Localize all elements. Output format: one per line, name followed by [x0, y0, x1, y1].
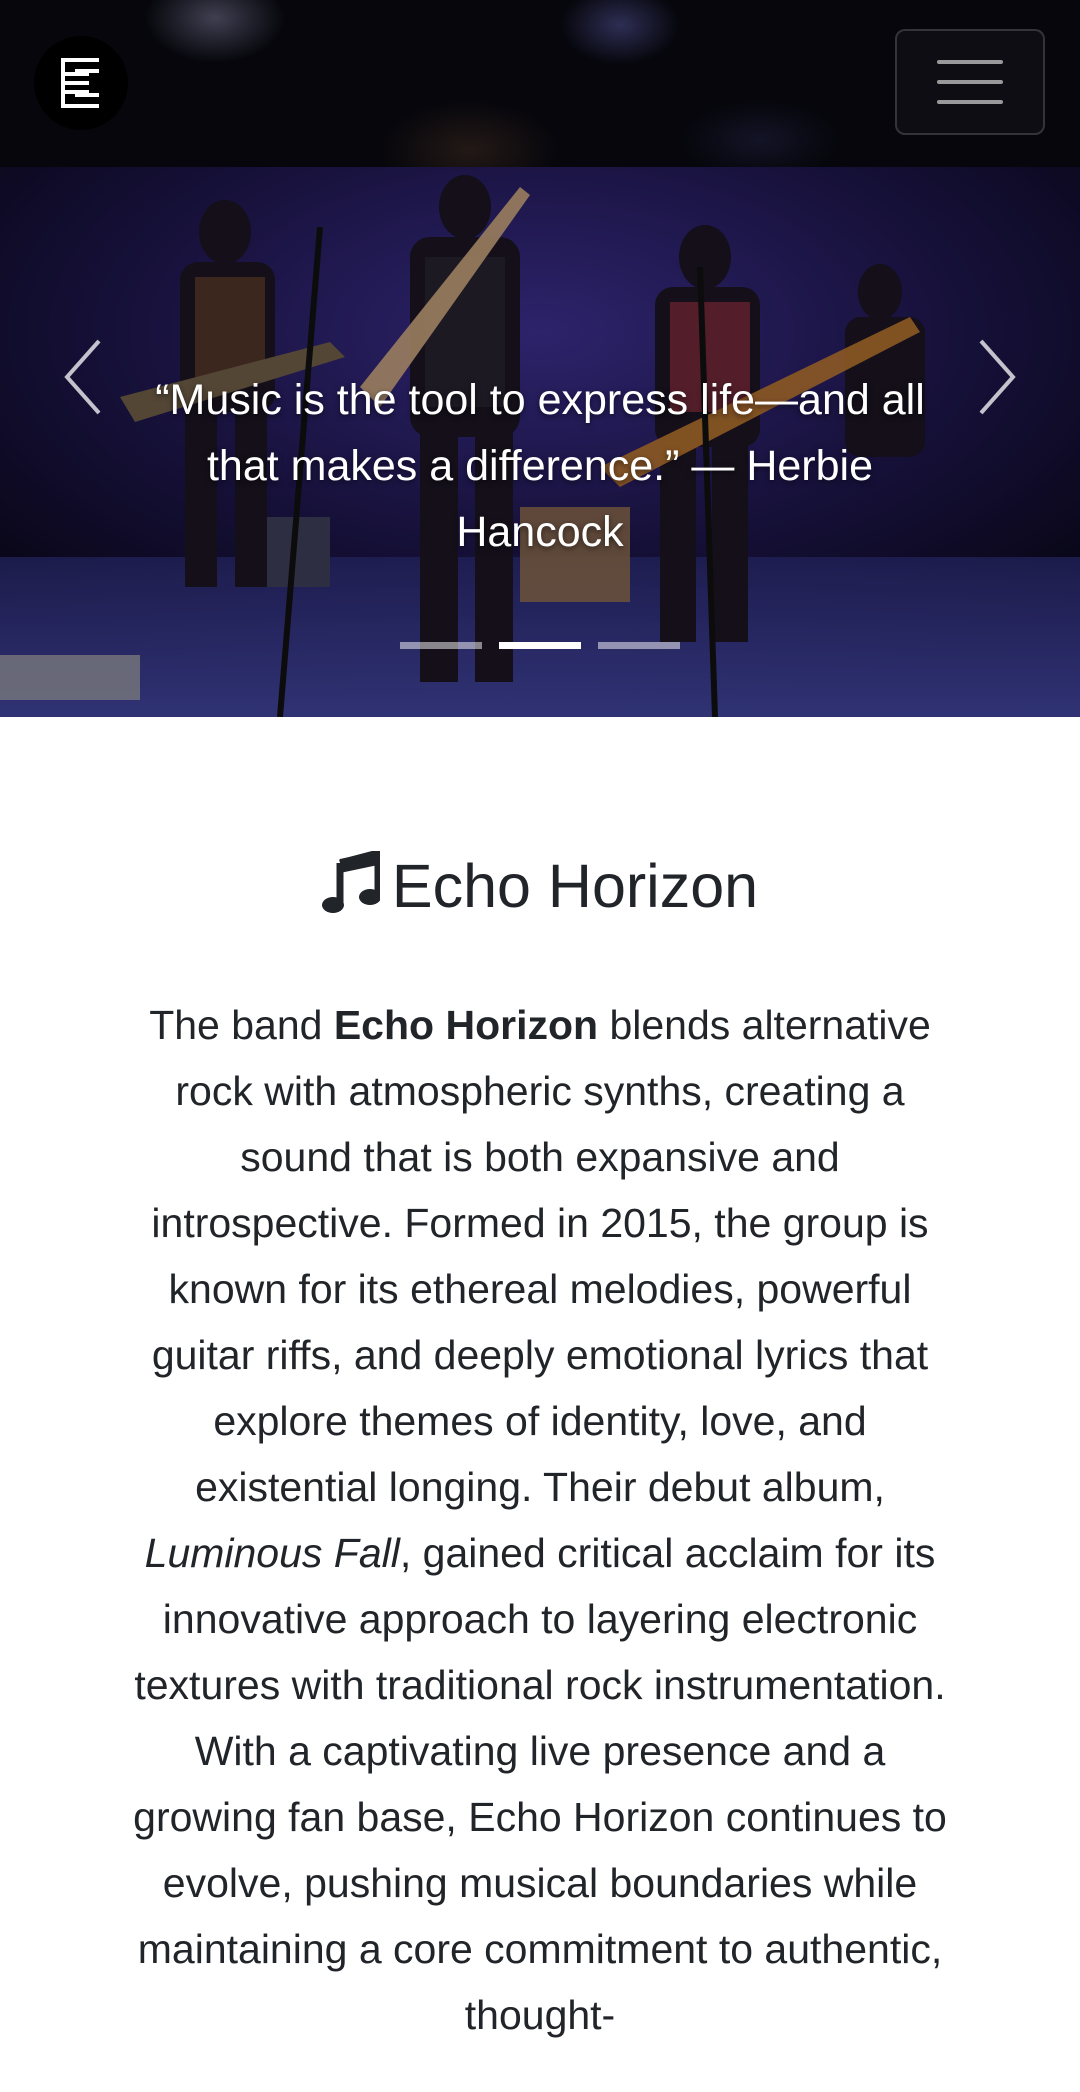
music-note-icon: [321, 848, 382, 932]
band-title-text: Echo Horizon: [391, 852, 759, 920]
brand-logo-link[interactable]: [34, 36, 128, 130]
band-description: The band Echo Horizon blends alternative…: [120, 992, 960, 2048]
album-name-italic: Luminous Fall: [144, 1530, 400, 1576]
carousel-quote: “Music is the tool to express life—and a…: [155, 376, 925, 556]
menu-toggle-button[interactable]: [895, 29, 1045, 135]
description-part-2: , gained critical acclaim for its innova…: [133, 1530, 947, 2038]
band-title: Echo Horizon: [0, 846, 1080, 932]
band-logo-icon: [61, 58, 99, 108]
carousel-indicator-2[interactable]: [499, 642, 581, 649]
carousel-indicators: [400, 637, 680, 657]
chevron-right-icon: [979, 339, 1016, 415]
description-part-1: blends alternative rock with atmospheric…: [151, 1002, 931, 1510]
chevron-left-icon: [64, 339, 101, 415]
carousel-indicator-3[interactable]: [598, 642, 680, 649]
hero-carousel: “Music is the tool to express life—and a…: [0, 167, 1080, 717]
carousel-next-button[interactable]: [942, 312, 1052, 442]
band-name-bold: Echo Horizon: [333, 1002, 599, 1048]
carousel-indicator-1[interactable]: [400, 642, 482, 649]
description-intro: The band: [149, 1002, 334, 1048]
hamburger-menu-icon: [937, 60, 1003, 104]
carousel-prev-button[interactable]: [28, 312, 138, 442]
navbar: [0, 0, 1080, 167]
